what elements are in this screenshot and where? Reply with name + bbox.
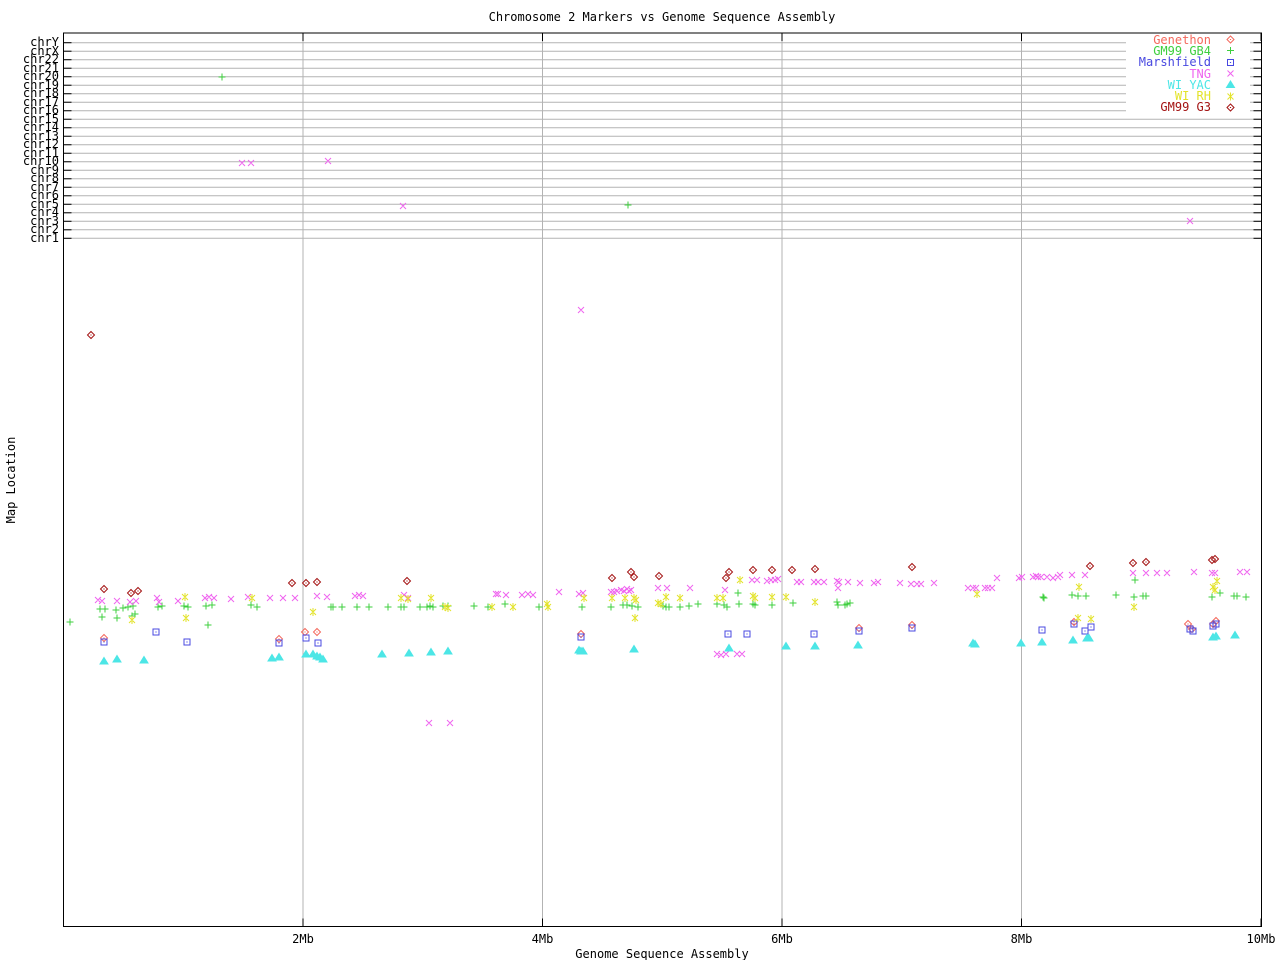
series-genethon xyxy=(99,616,1221,644)
legend-marker-icon xyxy=(1227,58,1234,66)
chart-title: Chromosome 2 Markers vs Genome Sequence … xyxy=(488,10,836,24)
x-tick-label: 10Mb xyxy=(1246,932,1276,946)
series-marshfield xyxy=(100,620,1220,647)
legend-marker-icon xyxy=(1227,92,1234,101)
series-tng xyxy=(94,157,1251,727)
series-gm99-g3 xyxy=(86,330,1220,598)
legend-label: GM99 G3 xyxy=(1160,100,1211,115)
legend-marker-icon xyxy=(1226,35,1235,44)
legend-marker-icon xyxy=(1227,47,1234,55)
legend-marker-icon xyxy=(1225,80,1236,89)
scatter-plot-canvas xyxy=(63,32,1262,927)
x-tick-label: 2Mb xyxy=(292,932,314,946)
series-gm99-gb4 xyxy=(66,73,1250,629)
x-axis-label: Genome Sequence Assembly xyxy=(575,947,749,960)
series-wi-yac xyxy=(99,630,1240,665)
legend-marker-icon xyxy=(1227,70,1234,77)
chart-screenshot: Chromosome 2 Markers vs Genome Sequence … xyxy=(0,0,1280,960)
plot-border xyxy=(63,32,1262,927)
x-tick-label: 6Mb xyxy=(771,932,793,946)
legend-marker-icon xyxy=(1226,103,1235,112)
x-tick-label: 8Mb xyxy=(1010,932,1033,946)
legend-item-marshfield: Marshfield xyxy=(1126,55,1250,69)
y-tick-label: chr1 xyxy=(30,230,59,245)
legend: Genethon GM99 GB4 Marshfield TNG WI YAC WI RH… xyxy=(1126,33,1250,115)
y-axis-label: Map Location xyxy=(4,436,18,524)
legend-item-gm99-g3: GM99 G3 xyxy=(1126,100,1250,115)
x-tick-label: 4Mb xyxy=(531,932,554,946)
